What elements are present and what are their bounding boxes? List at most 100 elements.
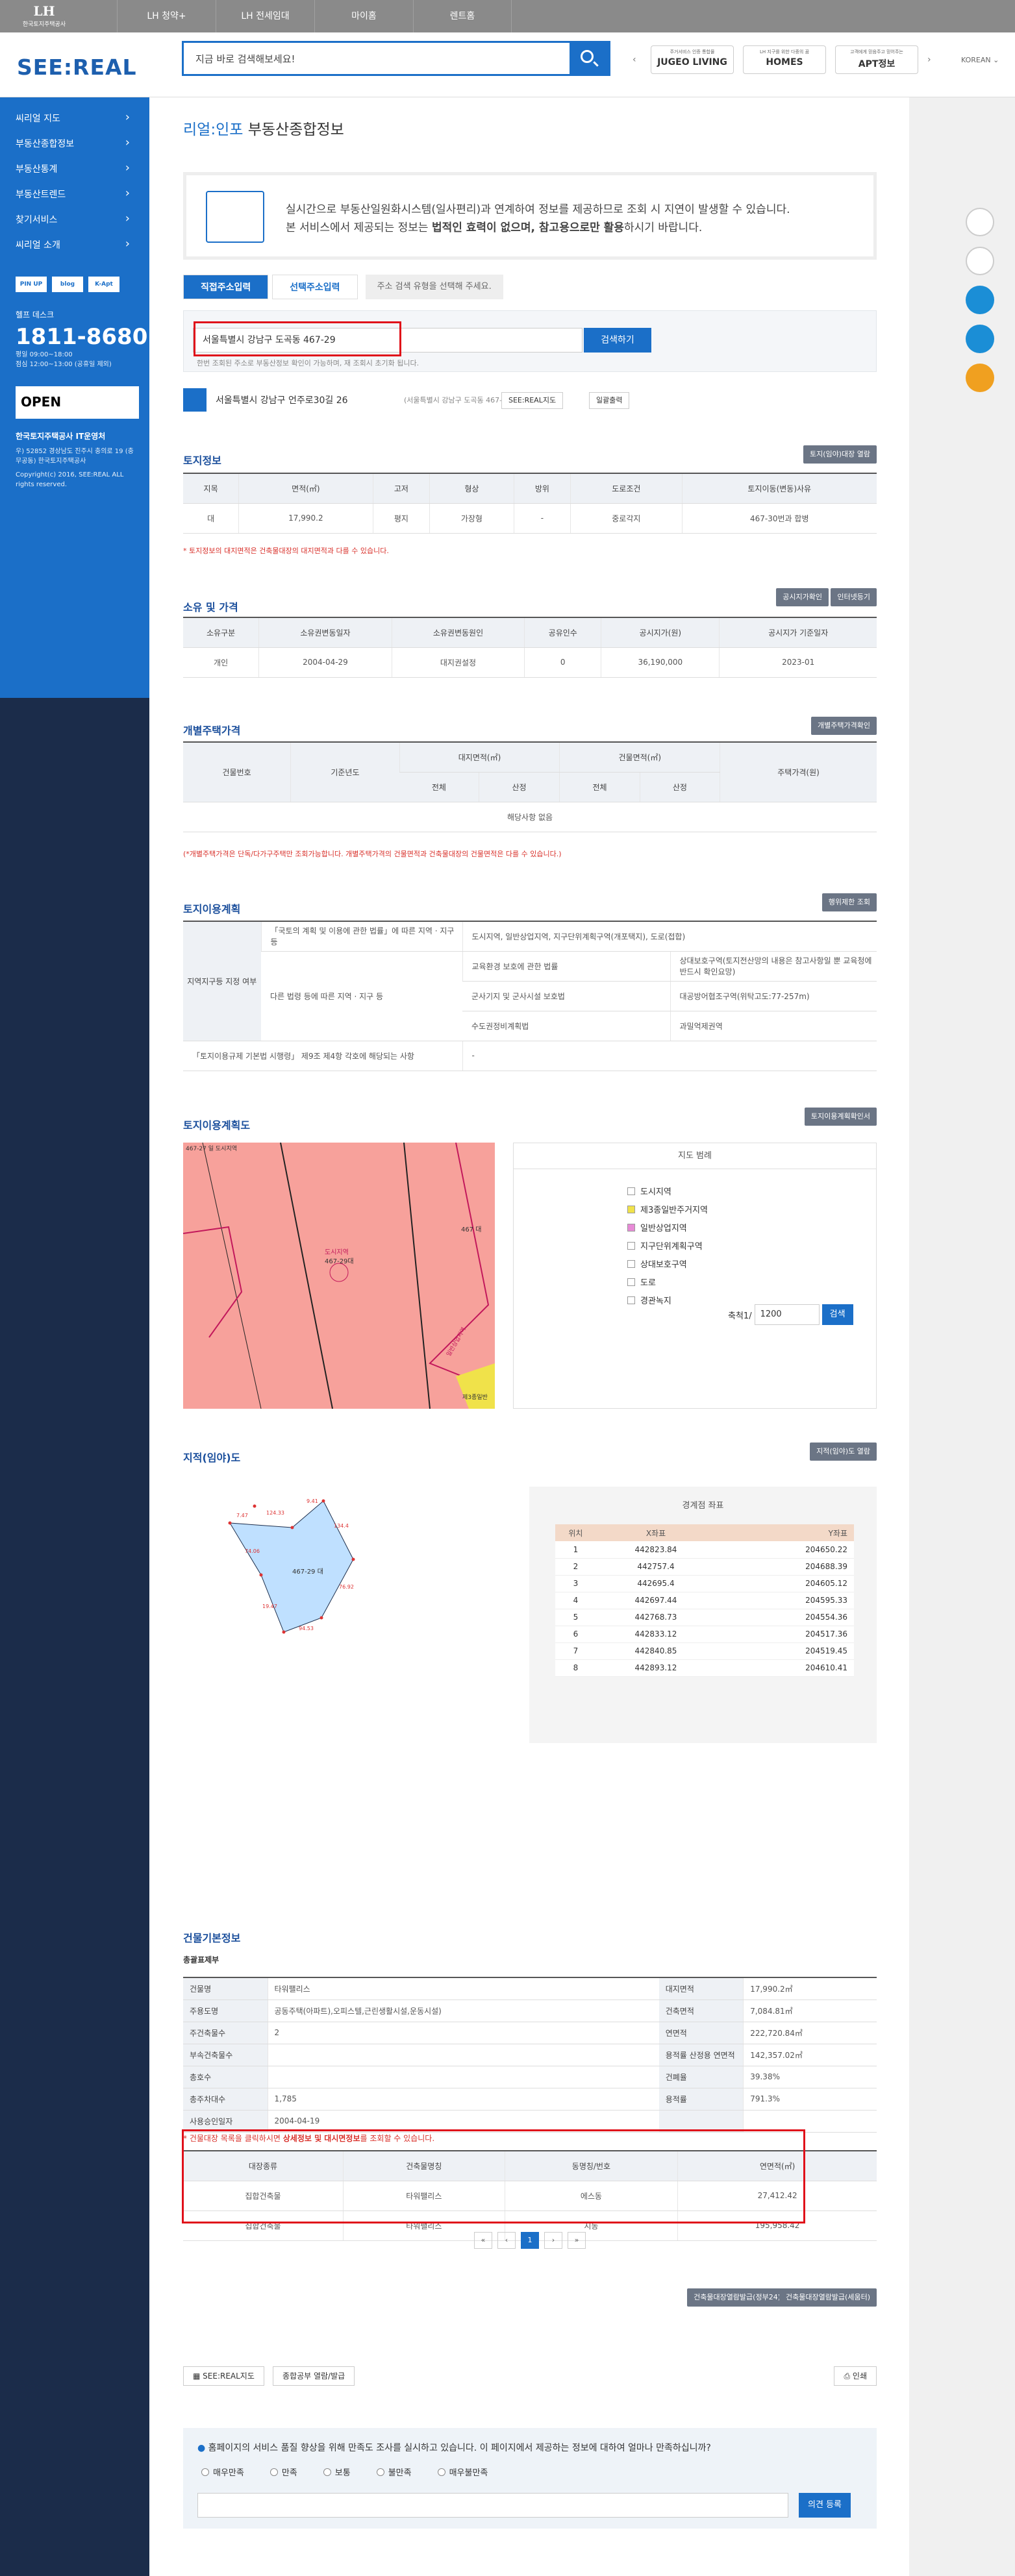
- legend-swatch: [627, 1278, 635, 1286]
- banner-item[interactable]: 고객에게 믿음주고 믿어주는 APT정보: [835, 45, 918, 74]
- section-title: 지적(임야)도: [183, 1452, 241, 1464]
- search-input[interactable]: 지금 바로 검색해보세요!: [195, 52, 295, 66]
- survey-submit-button[interactable]: 의견 등록: [799, 2493, 851, 2518]
- phone-icon[interactable]: [966, 247, 994, 275]
- scale-input[interactable]: 1200: [754, 1304, 820, 1325]
- copyright: Copyright(c) 2016, SEE:REAL ALL rights r…: [16, 471, 124, 488]
- survey-option[interactable]: 매우만족: [201, 2466, 244, 2478]
- legend-item[interactable]: 제3종일반주거지역: [627, 1202, 876, 1220]
- address-search-button[interactable]: 검색하기: [584, 328, 651, 353]
- top-tab[interactable]: 마이홈: [314, 0, 413, 32]
- sidebar-item[interactable]: 씨리얼 지도: [16, 110, 149, 137]
- table-row: 부속건축물수 용적률 산정용 연면적 142,357.02㎡: [183, 2044, 877, 2066]
- plan-certificate-button[interactable]: 토지이용계획확인서: [804, 1108, 877, 1126]
- legend-item[interactable]: 지구단위계획구역: [627, 1238, 876, 1256]
- building-register-gov24-button[interactable]: 건축물대장열람발급(정부24): [687, 2288, 787, 2307]
- top-tabs: LH 청약+ LH 전세임대 마이홈 렌트홈: [117, 0, 512, 32]
- tab-direct-address[interactable]: 직접주소입력: [183, 275, 269, 299]
- page-number[interactable]: 1: [521, 2232, 539, 2249]
- radio-icon: [323, 2468, 331, 2476]
- chevron-left-icon[interactable]: ‹: [633, 45, 642, 74]
- table-row: 총주차대수 1,785 용적률 791.3%: [183, 2088, 877, 2111]
- address-type-tabs: 직접주소입력 선택주소입력 주소 검색 유형을 선택해 주세요.: [183, 275, 503, 299]
- search-box[interactable]: 지금 바로 검색해보세요!: [182, 41, 610, 76]
- top-tab[interactable]: 렌트홈: [413, 0, 512, 32]
- seereal-map-button[interactable]: ▦ SEE:REAL지도: [183, 2366, 264, 2386]
- language-select[interactable]: KOREAN ⌄: [961, 56, 999, 64]
- sidebar-item[interactable]: 부동산통계: [16, 161, 149, 188]
- cadastral-map[interactable]: 467-29 대 124.33 74.06 76.92 94.53 134.4 …: [183, 1467, 508, 1720]
- land-note: * 토지정보의 대지면적은 건축물대장의 대지면적과 다를 수 있습니다.: [183, 547, 389, 555]
- section-title: 소유 및 가격: [183, 601, 238, 613]
- tab-select-address[interactable]: 선택주소입력: [272, 275, 358, 299]
- sidebar-item[interactable]: 부동산트렌드: [16, 186, 149, 213]
- price-check-button[interactable]: 공시지가확인: [776, 588, 829, 606]
- building-register-seumter-button[interactable]: 건축물대장열람발급(세움터): [779, 2288, 877, 2307]
- section-title: 토지이용계획도: [183, 1119, 251, 1132]
- scale-search-button[interactable]: 검색: [821, 1304, 853, 1325]
- registry-button[interactable]: 인터넷등기: [831, 588, 877, 606]
- org-name: 한국토지주택공사 IT운영처: [16, 432, 106, 441]
- map-button[interactable]: SEE:REAL지도: [501, 392, 564, 409]
- cadastral-view-button[interactable]: 지적(임야)도 열람: [810, 1443, 877, 1461]
- restriction-button[interactable]: 행위제한 조회: [821, 893, 877, 911]
- legend-swatch: [627, 1242, 635, 1250]
- owner-table: 소유구분 소유권변동일자 소유권변동원인 공유인수 공시지가(원) 공시지가 기준일자 개…: [183, 617, 877, 678]
- edge-length: 7.47: [236, 1513, 248, 1518]
- seereal-logo[interactable]: SEE:REAL: [17, 55, 137, 80]
- land-register-button[interactable]: 토지(임야)대장 열람: [803, 445, 877, 464]
- survey-option[interactable]: 보통: [323, 2466, 351, 2478]
- sidebar-panel: 씨리얼 지도 부동산종합정보 부동산통계 부동산트렌드 찾기서비스 씨리얼 소개…: [0, 97, 149, 698]
- top-tab[interactable]: LH 청약+: [117, 0, 216, 32]
- table-row: 8 442893.12 204610.41: [555, 1659, 854, 1677]
- survey-comment-input[interactable]: [197, 2493, 788, 2518]
- chevron-right-icon[interactable]: ›: [927, 45, 936, 74]
- section-title: 개별주택가격: [183, 724, 241, 737]
- partner-logo[interactable]: K-Apt: [88, 277, 119, 292]
- report-button[interactable]: 종합공부 열람/발급: [273, 2366, 355, 2386]
- quick-menu: [966, 208, 997, 402]
- won-icon[interactable]: [966, 325, 994, 353]
- legend-swatch: [627, 1206, 635, 1213]
- map-label: 제3종일반: [462, 1394, 488, 1401]
- top-arrow-icon[interactable]: [966, 364, 994, 392]
- table-row: 해당사항 없음: [183, 802, 877, 832]
- top-tab[interactable]: LH 전세임대: [216, 0, 314, 32]
- page-last[interactable]: »: [568, 2232, 586, 2249]
- banner-item[interactable]: 주거서비스 인증 통합몰 JUGEO LIVING: [651, 45, 734, 74]
- banner-list: ‹ 주거서비스 인증 통합몰 JUGEO LIVING LH 지구를 위한 다중의…: [633, 45, 936, 74]
- partner-logo[interactable]: blog: [52, 277, 83, 292]
- survey-option[interactable]: 만족: [269, 2466, 297, 2478]
- legend-item[interactable]: 도시지역: [627, 1183, 876, 1202]
- building-quick-icon[interactable]: [966, 286, 994, 314]
- satisfaction-survey: ● 홈페이지의 서비스 품질 향상을 위해 만족도 조사를 실시하고 있습니다.…: [183, 2428, 877, 2529]
- house-price-button[interactable]: 개별주택가격확인: [811, 717, 877, 735]
- page-first[interactable]: «: [474, 2232, 492, 2249]
- sidebar-item[interactable]: 씨리얼 소개: [16, 237, 149, 264]
- print-button[interactable]: ⎙ 인쇄: [834, 2366, 877, 2386]
- table-row: 1 442823.84 204650.22: [555, 1541, 854, 1559]
- edge-length: 76.92: [339, 1584, 354, 1590]
- survey-option[interactable]: 불만족: [376, 2466, 412, 2478]
- lh-logo[interactable]: LH 한국토지주택공사: [18, 3, 70, 30]
- partner-logo[interactable]: PIN UP: [16, 277, 47, 292]
- land-use-map[interactable]: 467-27 일 도시지역 467 대 도시지역 467-29대 일반상업지역 …: [183, 1143, 495, 1409]
- page-next[interactable]: ›: [544, 2232, 562, 2249]
- sidebar-item[interactable]: 부동산종합정보: [16, 136, 149, 162]
- speech-bubble-icon: ●: [197, 2443, 208, 2453]
- coordinate-table: 위치 X좌표 Y좌표 1 442823.84 204650.22 2 442757.4 204…: [555, 1524, 854, 1677]
- page-prev[interactable]: ‹: [497, 2232, 516, 2249]
- legend-item[interactable]: 도로: [627, 1274, 876, 1293]
- legend-item[interactable]: 상대보호구역: [627, 1256, 876, 1274]
- survey-option[interactable]: 매우불만족: [437, 2466, 488, 2478]
- sidebar-item[interactable]: 찾기서비스: [16, 212, 149, 238]
- page-title: 리얼:인포 부동산종합정보: [183, 121, 344, 138]
- home-icon[interactable]: [966, 208, 994, 236]
- legend-swatch: [627, 1296, 635, 1304]
- print-all-button[interactable]: 일괄출력: [589, 392, 630, 409]
- legend-item[interactable]: 일반상업지역: [627, 1220, 876, 1238]
- banner-item[interactable]: LH 지구를 위한 다중의 꿈 HOMES: [743, 45, 826, 74]
- land-use-map-svg: [183, 1143, 495, 1409]
- search-button[interactable]: [570, 43, 608, 74]
- highlight-box: [182, 2129, 805, 2223]
